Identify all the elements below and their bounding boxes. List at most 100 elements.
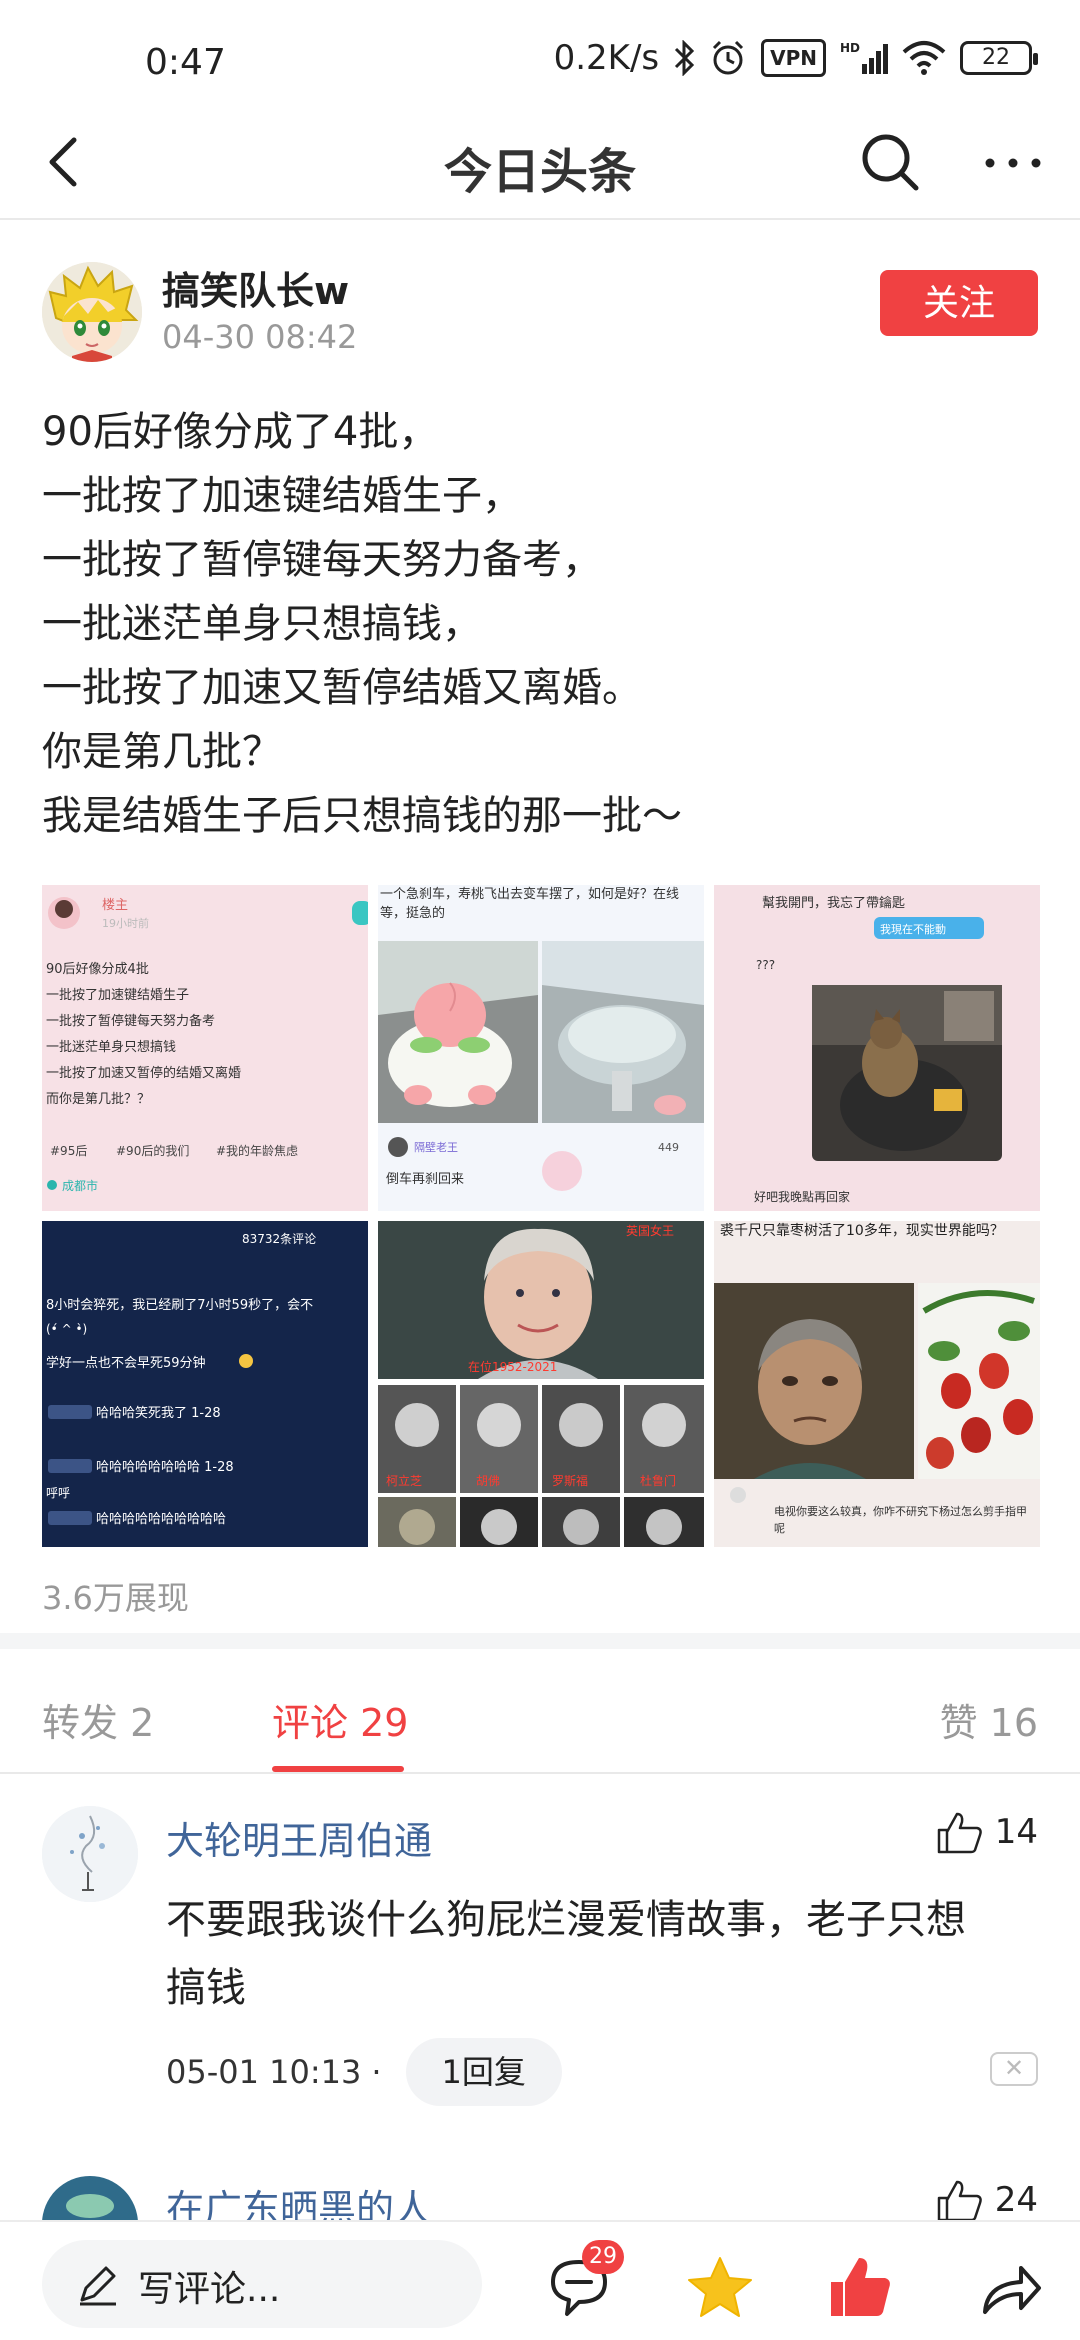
svg-text:HD: HD bbox=[840, 41, 860, 55]
img4-line: 哈哈哈哈哈哈哈哈 1-28 bbox=[96, 1460, 234, 1475]
img1-location: 成都市 bbox=[62, 1178, 98, 1193]
interaction-tabs: 转发 2 评论 29 赞 16 bbox=[0, 1650, 1080, 1774]
president-name: 柯立芝 bbox=[386, 1473, 422, 1488]
peach-cake-photo: 一个急刹车，寿桃飞出去变车摆了，如何是好？在线等，挺急的 隔壁老王 449 倒车… bbox=[378, 885, 704, 1211]
comment-count-badge: 29 bbox=[582, 2240, 624, 2274]
president-name: 胡佛 bbox=[476, 1474, 500, 1488]
vpn-badge: VPN bbox=[761, 39, 826, 77]
post-line: 一批迷茫单身只想搞钱， bbox=[42, 601, 482, 647]
post-body: 90后好像分成了4批， 一批按了加速键结婚生子， 一批按了暂停键每天努力备考， … bbox=[42, 400, 1042, 848]
comment-text-line: 不要跟我谈什么狗屁烂漫爱情故事，老子只想 bbox=[166, 1897, 966, 1943]
img3-bottom: 好吧我晚點再回家 bbox=[754, 1189, 850, 1204]
bottom-action-bar: 写评论... 29 bbox=[0, 2220, 1080, 2340]
author-avatar[interactable] bbox=[42, 262, 142, 362]
post-image-3[interactable]: 幫我開門，我忘了帶鑰匙 我現在不能動 ??? 好吧我晚點再回家 bbox=[714, 885, 1040, 1211]
follow-button[interactable]: 关注 bbox=[880, 270, 1038, 336]
post-image-2[interactable]: 一个急刹车，寿桃飞出去变车摆了，如何是好？在线等，挺急的 隔壁老王 449 倒车… bbox=[378, 885, 704, 1211]
comment-like-count: 24 bbox=[994, 2180, 1038, 2220]
comment-text: 不要跟我谈什么狗屁烂漫爱情故事，老子只想 搞钱 bbox=[166, 1886, 1046, 2022]
img4-count: 83732条评论 bbox=[242, 1232, 316, 1246]
img3-bubble: 我現在不能動 bbox=[880, 922, 946, 936]
jujube-meme: 裘千尺只靠枣树活了10多年，现实世界能吗？ 电视你要这么较真，你咋不研究下杨过怎… bbox=[714, 1221, 1040, 1547]
post-line: 一批按了加速又暂停结婚又离婚。 bbox=[42, 665, 642, 711]
img1-line: 一批按了加速又暂停的结婚又离婚 bbox=[46, 1065, 241, 1081]
commenter-name[interactable]: 大轮明王周伯通 bbox=[166, 1810, 432, 1865]
sketch-avatar-icon bbox=[42, 1806, 138, 1902]
img1-line: 一批按了加速键结婚生子 bbox=[46, 988, 189, 1003]
commenter-name[interactable]: 在广东晒黑的人 bbox=[166, 2178, 432, 2220]
img1-user: 楼主 bbox=[102, 898, 128, 913]
commenter-avatar[interactable] bbox=[42, 2176, 138, 2220]
post-image-4[interactable]: 83732条评论 8小时会猝死，我已经刷了7小时59秒了，会不 学好一点也不会早… bbox=[42, 1221, 368, 1547]
post-line: 一批按了加速键结婚生子， bbox=[42, 473, 522, 519]
status-indicators: 0.2K/s VPN HD 22 bbox=[553, 38, 1038, 78]
wifi-icon bbox=[902, 41, 946, 75]
reply-count-button[interactable]: 1回复 bbox=[405, 2038, 562, 2106]
img3-top: 幫我開門，我忘了帶鑰匙 bbox=[762, 895, 905, 911]
comment-like-button[interactable]: 14 bbox=[935, 1810, 1038, 1854]
more-options-icon[interactable] bbox=[980, 130, 1046, 196]
img1-tag: #我的年龄焦虑 bbox=[216, 1143, 298, 1158]
search-icon[interactable] bbox=[858, 130, 924, 196]
comment-like-count: 14 bbox=[994, 1812, 1038, 1852]
author-row: 搞笑队长w 04-30 08:42 关注 bbox=[0, 250, 1080, 370]
status-time: 0:47 bbox=[145, 42, 226, 83]
write-comment-input[interactable]: 写评论... bbox=[42, 2240, 482, 2328]
img1-line: 90后好像分成4批 bbox=[46, 962, 149, 977]
pen-icon bbox=[80, 2266, 116, 2306]
thumbs-up-filled-icon[interactable] bbox=[825, 2252, 895, 2322]
section-divider bbox=[0, 1633, 1080, 1649]
post-line: 你是第几批？ bbox=[42, 729, 282, 775]
post-image-1[interactable]: 楼主 19小时前 90后好像分成4批 一批按了加速键结婚生子 一批按了暂停键每天… bbox=[42, 885, 368, 1211]
img4-line: 8小时会猝死，我已经刷了7小时59秒了，会不 bbox=[46, 1298, 313, 1313]
share-arrow-icon[interactable] bbox=[975, 2252, 1045, 2322]
img4-emoticon: (•́ ^ •̀) bbox=[46, 1322, 87, 1336]
tab-comments[interactable]: 评论 29 bbox=[272, 1692, 408, 1747]
img6-caption: 裘千尺只靠枣树活了10多年，现实世界能吗？ bbox=[720, 1223, 1004, 1239]
bluetooth-icon bbox=[675, 40, 695, 76]
star-favorite-icon[interactable] bbox=[685, 2252, 755, 2322]
img1-line: 一批迷茫单身只想搞钱 bbox=[46, 1039, 176, 1055]
post-image-6[interactable]: 裘千尺只靠枣树活了10多年，现实世界能吗？ 电视你要这么较真，你咋不研究下杨过怎… bbox=[714, 1221, 1040, 1547]
tab-likes[interactable]: 赞 16 bbox=[940, 1692, 1038, 1747]
author-name[interactable]: 搞笑队长w bbox=[162, 260, 349, 315]
comment-time: 05-01 10:13 bbox=[166, 2053, 362, 2091]
president-name: 杜鲁门 bbox=[640, 1473, 676, 1488]
queen-presidents-collage: 英国女王 在位1952-2021 柯立芝 胡佛 罗斯福 杜鲁门 bbox=[378, 1221, 704, 1547]
img1-tag: #90后的我们 bbox=[116, 1143, 189, 1158]
img6-comment: 电视你要这么较真，你咋不研究下杨过怎么剪手指甲呢 bbox=[774, 1505, 1027, 1535]
img1-tag: #95后 bbox=[50, 1144, 87, 1158]
tab-forward[interactable]: 转发 2 bbox=[42, 1692, 154, 1747]
img4-line: 哈哈哈哈哈哈哈哈哈哈 bbox=[96, 1512, 226, 1527]
comment-like-button[interactable]: 24 bbox=[935, 2178, 1038, 2220]
avatar-icon bbox=[42, 2176, 138, 2220]
alarm-icon bbox=[713, 40, 744, 75]
img2-likes: 449 bbox=[658, 1141, 679, 1154]
forum-post-screenshot: 楼主 19小时前 90后好像分成4批 一批按了加速键结婚生子 一批按了暂停键每天… bbox=[42, 885, 368, 1211]
post-line: 一批按了暂停键每天努力备考， bbox=[42, 537, 602, 583]
img1-line: 一批按了暂停键每天努力备考 bbox=[46, 1013, 215, 1029]
thumbs-up-icon bbox=[937, 1812, 982, 1854]
president-name: 罗斯福 bbox=[552, 1473, 588, 1488]
post-timestamp: 04-30 08:42 bbox=[162, 318, 358, 356]
comment-item: 大轮明王周伯通 14 不要跟我谈什么狗屁烂漫爱情故事，老子只想 搞钱 05-01… bbox=[0, 1806, 1080, 2106]
post-line: 我是结婚生子后只想搞钱的那一批～ bbox=[42, 793, 682, 839]
img1-ago: 19小时前 bbox=[102, 916, 149, 930]
img2-user: 隔壁老王 bbox=[414, 1140, 458, 1154]
write-comment-placeholder: 写评论... bbox=[138, 2269, 281, 2310]
top-nav: 今日头条 bbox=[0, 110, 1080, 220]
img4-line: 哈哈哈笑死我了 1-28 bbox=[96, 1405, 221, 1421]
comment-screenshot: 83732条评论 8小时会猝死，我已经刷了7小时59秒了，会不 学好一点也不会早… bbox=[42, 1221, 368, 1547]
img5-years: 在位1952-2021 bbox=[468, 1359, 557, 1374]
dismiss-comment-icon[interactable]: ✕ bbox=[990, 2052, 1038, 2086]
view-count: 3.6万展现 bbox=[42, 1579, 189, 1617]
img5-title: 英国女王 bbox=[626, 1223, 674, 1238]
cartoon-avatar-icon bbox=[42, 262, 142, 362]
img1-line: 而你是第几批？？ bbox=[46, 1092, 150, 1107]
network-speed: 0.2K/s bbox=[553, 38, 660, 78]
img4-line: 呼呼 bbox=[46, 1486, 70, 1500]
img3-question: ??? bbox=[756, 958, 775, 972]
post-image-5[interactable]: 英国女王 在位1952-2021 柯立芝 胡佛 罗斯福 杜鲁门 bbox=[378, 1221, 704, 1547]
commenter-avatar[interactable] bbox=[42, 1806, 138, 1902]
comment-meta: 05-01 10:13 · 1回复 bbox=[166, 2038, 562, 2106]
